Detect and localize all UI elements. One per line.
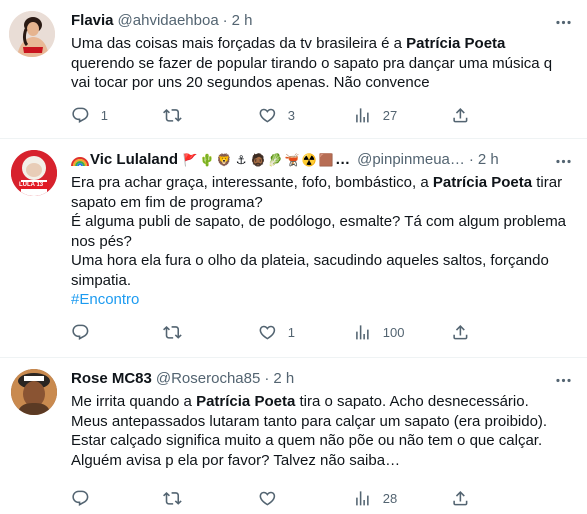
person-emoji: 🧔🏾	[250, 153, 266, 167]
views-icon	[356, 325, 369, 340]
avatar[interactable]	[9, 11, 55, 57]
tweet-text: Uma das coisas mais forçadas da tv brasi…	[71, 34, 571, 93]
bold-name: Patrícia Poeta	[432, 174, 533, 191]
like-button[interactable]	[258, 489, 353, 508]
rainbow-icon	[71, 152, 89, 168]
more-icon	[555, 378, 571, 382]
text-segment: tira o sapato. Acho desnecessário.	[295, 393, 529, 410]
action-bar: 1 3 27	[71, 106, 571, 126]
view-count: 27	[382, 108, 398, 123]
timestamp[interactable]: 2 h	[273, 369, 294, 389]
text-line: Estar calçado significa muito a quem não…	[71, 432, 543, 449]
anchor-emoji: ⚓	[235, 153, 247, 167]
more-button[interactable]	[553, 151, 573, 171]
tweet-header: Flavia @ahvidaehboa · 2 h	[71, 11, 571, 31]
like-count: 1	[287, 325, 295, 340]
bold-name: Patrícia Poeta	[406, 35, 506, 52]
reply-icon	[72, 490, 89, 506]
like-icon	[259, 325, 276, 340]
separator-dot: ·	[468, 151, 474, 168]
like-button[interactable]: 3	[258, 106, 353, 125]
more-icon	[555, 20, 571, 24]
reply-icon	[72, 107, 89, 124]
reply-button[interactable]: 1	[71, 106, 163, 125]
action-bar: 1 100	[71, 323, 571, 343]
user-handle[interactable]: @pinpinmeua…	[357, 150, 465, 170]
reply-icon	[72, 324, 89, 341]
views-button[interactable]: 28	[353, 489, 451, 508]
text-segment: Me irrita quando a	[71, 393, 197, 410]
bold-name: Patrícia Poeta	[196, 393, 296, 410]
share-button[interactable]	[451, 489, 470, 508]
timestamp[interactable]: 2 h	[232, 11, 253, 31]
text-line: Meus antepassados lutaram tanto para cal…	[71, 412, 548, 430]
more-button[interactable]	[553, 370, 573, 390]
tweet[interactable]: Rose MC83 @Roserocha85 · 2 h Me irrita q…	[0, 358, 587, 514]
share-button[interactable]	[451, 323, 470, 342]
action-bar: 28	[71, 488, 571, 508]
text-line: Uma hora ela fura o olho da plateia, sac…	[71, 252, 549, 289]
tweet[interactable]: Flavia @ahvidaehboa · 2 h Uma das coisas…	[0, 0, 587, 139]
retweet-button[interactable]	[163, 489, 258, 508]
views-button[interactable]: 100	[353, 323, 451, 342]
separator-dot: ·	[264, 370, 270, 387]
text-line: Alguém avisa p ela por favor? Talvez não…	[71, 451, 401, 469]
tweet-header: Rose MC83 @Roserocha85 · 2 h	[71, 369, 571, 389]
cactus-emoji: 🌵	[199, 153, 215, 167]
avatar[interactable]: LULA 13	[11, 150, 57, 196]
lion-emoji: 🦁	[216, 153, 232, 167]
avatar[interactable]	[11, 369, 57, 415]
retweet-button[interactable]	[163, 323, 258, 342]
radioactive-emoji: ☢️	[301, 153, 317, 167]
view-count: 28	[382, 490, 398, 506]
timeline: Flavia @ahvidaehboa · 2 h Uma das coisas…	[0, 0, 587, 514]
share-icon	[453, 108, 468, 123]
text-line: É alguma publi de sapato, de podólogo, e…	[71, 213, 567, 250]
more-icon	[555, 159, 571, 163]
views-button[interactable]: 27	[353, 106, 451, 125]
like-icon	[259, 491, 276, 506]
retweet-button[interactable]	[163, 106, 258, 125]
like-icon	[259, 108, 276, 123]
text-segment: Uma das coisas mais forçadas da tv brasi…	[71, 35, 407, 52]
views-icon	[356, 108, 369, 123]
view-count: 100	[382, 325, 405, 340]
separator-dot: ·	[222, 12, 228, 29]
user-handle[interactable]: @ahvidaehboa	[118, 11, 219, 31]
display-name[interactable]: Rose MC83	[71, 369, 152, 389]
more-button[interactable]	[553, 12, 573, 32]
tweet-header: Vic Lulaland 🚩 🌵 🦁 ⚓ 🧔🏾 🥬 🫕 ☢️ 🟫 … @pinp…	[71, 150, 571, 170]
views-icon	[356, 490, 369, 506]
reply-count: 1	[100, 108, 108, 123]
display-name[interactable]: Flavia	[71, 11, 114, 31]
share-icon	[453, 325, 468, 340]
brown-square-emoji: 🟫	[318, 153, 334, 167]
like-count: 3	[287, 108, 295, 123]
share-button[interactable]	[451, 106, 470, 125]
name-ellipsis: …	[335, 151, 351, 168]
tweet-text: Era pra achar graça, interessante, fofo,…	[71, 173, 571, 310]
fondue-emoji: 🫕	[284, 153, 300, 167]
like-button[interactable]: 1	[258, 323, 353, 342]
flag-emoji: 🚩	[182, 153, 198, 167]
tweet-text: Me irrita quando a Patrícia Poeta tira o…	[71, 392, 571, 470]
user-handle[interactable]: @Roserocha85	[156, 369, 260, 389]
name-emojis: 🚩 🌵 🦁 ⚓ 🧔🏾 🥬 🫕 ☢️ 🟫 …	[182, 150, 350, 170]
hashtag-link[interactable]: #Encontro	[71, 290, 571, 310]
retweet-icon	[163, 491, 182, 505]
retweet-icon	[163, 109, 182, 122]
text-segment: querendo se fazer de popular tirando o s…	[71, 54, 553, 92]
reply-button[interactable]	[71, 323, 163, 342]
leafy-green-emoji: 🥬	[267, 153, 283, 167]
avatar-badge: LULA 13	[19, 182, 44, 188]
timestamp[interactable]: 2 h	[478, 150, 499, 170]
tweet[interactable]: LULA 13 Vic Lulaland 🚩 🌵 🦁 ⚓ 🧔🏾 🥬 🫕 ☢️ 🟫…	[0, 139, 587, 358]
retweet-icon	[163, 326, 182, 339]
text-segment: Era pra achar graça, interessante, fofo,…	[71, 174, 433, 191]
share-icon	[453, 490, 468, 506]
reply-button[interactable]	[71, 489, 163, 508]
